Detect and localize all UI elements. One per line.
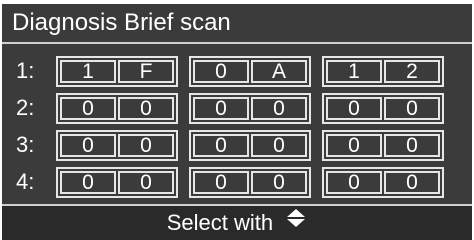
row-label: 2:	[16, 95, 35, 120]
up-down-arrows-icon	[285, 205, 307, 239]
code-row: 3: 0 0 0 0 0 0	[2, 126, 472, 163]
code-row: 2: 0 0 0 0 0 0	[2, 89, 472, 126]
footer-hint-text: Select with	[166, 210, 274, 235]
code-row: 4: 0 0 0 0 0 0	[2, 163, 472, 200]
code-byte-group: 0 0	[189, 93, 311, 124]
code-byte-group: 0 0	[322, 167, 444, 198]
code-digit: 0	[326, 97, 382, 120]
code-digit: 0	[118, 171, 174, 194]
code-digit: 1	[326, 60, 382, 83]
code-digit: 0	[60, 97, 116, 120]
code-digit: 0	[193, 97, 249, 120]
code-digit: 0	[326, 171, 382, 194]
code-digit: 0	[193, 134, 249, 157]
code-digit: 0	[326, 134, 382, 157]
code-digit: 0	[384, 97, 440, 120]
code-byte-group: 0 0	[56, 93, 178, 124]
code-digit: F	[118, 60, 174, 83]
row-label: 4:	[16, 169, 35, 194]
code-byte-group: 1 F	[56, 56, 178, 87]
row-label: 1:	[16, 58, 35, 83]
code-digit: 0	[251, 171, 307, 194]
page-title: Diagnosis Brief scan	[2, 4, 472, 44]
diagnosis-screen: Diagnosis Brief scan 1: 1 F 0 A 1 2 2: 0…	[2, 4, 472, 240]
code-byte-group: 0 0	[322, 130, 444, 161]
code-digit: A	[251, 60, 307, 83]
code-digit: 0	[118, 134, 174, 157]
code-digit: 0	[251, 97, 307, 120]
code-digit: 0	[251, 134, 307, 157]
code-digit: 0	[60, 134, 116, 157]
code-byte-group: 0 0	[56, 130, 178, 161]
row-label: 3:	[16, 132, 35, 157]
code-byte-group: 0 0	[322, 93, 444, 124]
code-digit: 0	[384, 134, 440, 157]
code-digit: 1	[60, 60, 116, 83]
code-grid: 1: 1 F 0 A 1 2 2: 0 0 0 0 0 0 3: 0 0 0 0…	[2, 52, 472, 200]
code-digit: 0	[193, 171, 249, 194]
code-byte-group: 0 0	[56, 167, 178, 198]
code-byte-group: 0 A	[189, 56, 311, 87]
code-byte-group: 0 0	[189, 130, 311, 161]
footer-hint-bar: Select with	[2, 204, 472, 240]
code-byte-group: 1 2	[322, 56, 444, 87]
code-digit: 0	[193, 60, 249, 83]
code-digit: 0	[60, 171, 116, 194]
code-byte-group: 0 0	[189, 167, 311, 198]
code-row: 1: 1 F 0 A 1 2	[2, 52, 472, 89]
code-digit: 0	[118, 97, 174, 120]
code-digit: 2	[384, 60, 440, 83]
code-digit: 0	[384, 171, 440, 194]
